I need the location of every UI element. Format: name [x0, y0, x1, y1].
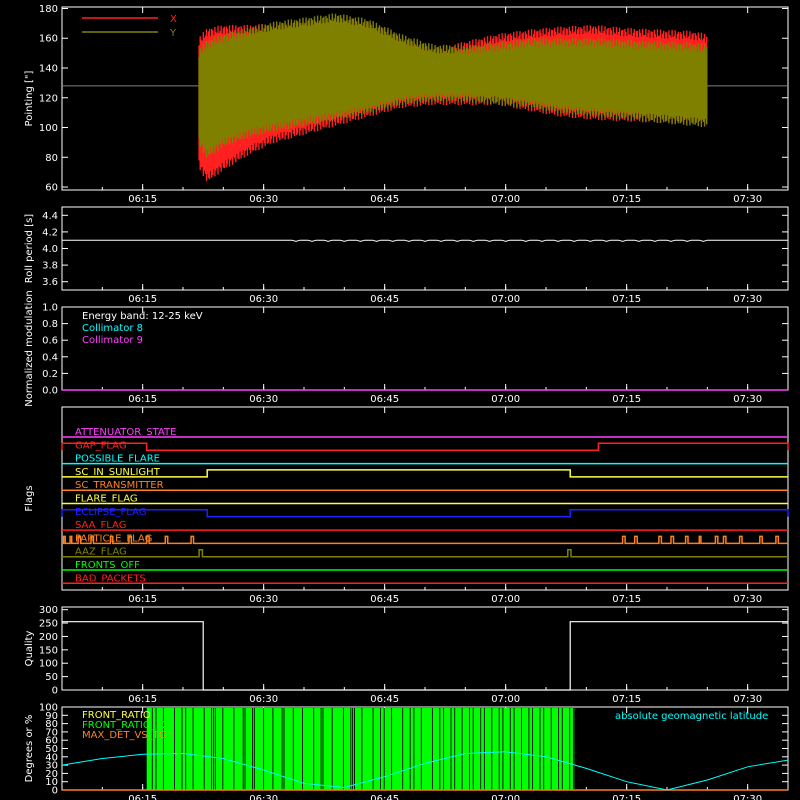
quality-ytick-label: 200 — [39, 632, 58, 643]
flag-line — [62, 548, 788, 558]
pointing-ylabel: Pointing ["] — [24, 70, 35, 126]
flag-line — [62, 535, 788, 545]
roll-xtick-label: 07:00 — [491, 294, 520, 305]
roll-ytick-label: 4.0 — [42, 244, 58, 255]
pointing-legend-label: Y — [169, 28, 177, 39]
quality-xtick-label: 07:30 — [733, 694, 762, 705]
ratios-xtick-label: 07:30 — [733, 794, 762, 800]
quality-ytick-label: 250 — [39, 619, 58, 630]
modulation-ytick-label: 0.6 — [42, 336, 58, 347]
roll-ytick-label: 3.8 — [42, 261, 58, 272]
quality-ytick-label: 150 — [39, 645, 58, 656]
ratios-xtick-label: 06:15 — [128, 794, 157, 800]
flag-line — [62, 469, 788, 478]
modulation-ytick-label: 0.4 — [42, 352, 58, 363]
quality-ytick-label: 50 — [45, 672, 58, 683]
pointing-ytick-label: 120 — [39, 93, 58, 104]
pointing-xtick-label: 07:15 — [612, 194, 641, 205]
flag-line — [61, 442, 789, 452]
modulation-xtick-label: 07:15 — [612, 394, 641, 405]
quality-ytick-label: 300 — [39, 605, 58, 616]
ratios-ytick-label: 100 — [39, 703, 58, 714]
quality-xtick-label: 07:00 — [491, 694, 520, 705]
pointing-xtick-label: 07:30 — [733, 194, 762, 205]
chart-canvas: 06:15 06:30 06:45 07:00 07:15 07:30 Pointing [… — [24, 4, 789, 800]
quality-xtick-label: 06:30 — [249, 694, 278, 705]
modulation-ytick-label: 0.8 — [42, 319, 58, 330]
quality-ylabel: Quality — [24, 631, 35, 667]
modulation-legend-label: Collimator 8 — [82, 323, 143, 334]
flag-label: ECLIPSE_FLAG — [75, 507, 146, 518]
pointing-legend-label: X — [170, 14, 177, 25]
modulation-ylabel: Normalized modulation — [24, 290, 35, 407]
flags-xtick-label: 07:00 — [491, 594, 520, 605]
pointing-xtick-label: 06:15 — [128, 194, 157, 205]
ratios-xtick-label: 07:00 — [491, 794, 520, 800]
quality-ytick-label: 100 — [39, 659, 58, 670]
pointing-ytick-label: 140 — [39, 64, 58, 75]
pointing-ytick-label: 180 — [39, 4, 58, 15]
pointing-ytick-label: 80 — [45, 153, 58, 164]
flag-label: GAP_FLAG — [75, 440, 127, 451]
modulation-xtick-label: 06:45 — [370, 394, 399, 405]
quality-frame — [61, 606, 789, 691]
modulation-legend-label: Energy band: 12-25 keV — [82, 311, 203, 322]
modulation-xtick-label: 06:15 — [128, 394, 157, 405]
roll-xtick-label: 06:30 — [249, 294, 278, 305]
roll-xtick-label: 06:45 — [370, 294, 399, 305]
flags-xtick-label: 07:15 — [612, 594, 641, 605]
roll-ytick-label: 3.6 — [42, 277, 58, 288]
modulation-legend-label: Collimator 9 — [82, 335, 143, 346]
modulation-ytick-label: 0.0 — [42, 386, 58, 397]
flags-xtick-label: 06:15 — [128, 594, 157, 605]
roll-xtick-label: 07:15 — [612, 294, 641, 305]
roll-xtick-label: 06:15 — [128, 294, 157, 305]
modulation-ytick-label: 1.0 — [42, 303, 58, 314]
roll-frame — [61, 206, 789, 291]
ratios-xtick-label: 06:45 — [370, 794, 399, 800]
roll-ylabel: Roll period [s] — [24, 214, 35, 283]
roll-ytick-label: 4.4 — [42, 211, 58, 222]
quality-xtick-label: 06:45 — [370, 694, 399, 705]
pointing-ytick-label: 160 — [39, 34, 58, 45]
pointing-ytick-label: 60 — [45, 183, 58, 194]
quality-xtick-label: 06:15 — [128, 694, 157, 705]
ratios-geomag-label: absolute geomagnetic latitude — [615, 711, 768, 722]
modulation-ytick-label: 0.2 — [42, 369, 58, 380]
flags-xtick-label: 07:30 — [733, 594, 762, 605]
ratios-xtick-label: 07:15 — [612, 794, 641, 800]
ratios-xtick-label: 06:30 — [249, 794, 278, 800]
quality-xtick-label: 07:15 — [612, 694, 641, 705]
flags-ylabel: Flags — [24, 485, 35, 511]
pointing-xtick-label: 06:45 — [370, 194, 399, 205]
roll-period-line — [62, 239, 788, 242]
ratios-legend-label: MAX_DET_VS_TOT — [82, 730, 174, 741]
roll-xtick-label: 07:30 — [733, 294, 762, 305]
flags-xtick-label: 06:45 — [370, 594, 399, 605]
modulation-xtick-label: 07:00 — [491, 394, 520, 405]
quality-ytick-label: 0 — [52, 686, 58, 697]
quality-line — [62, 621, 788, 691]
modulation-xtick-label: 07:30 — [733, 394, 762, 405]
pointing-xtick-label: 06:30 — [249, 194, 278, 205]
modulation-xtick-label: 06:30 — [249, 394, 278, 405]
pointing-ytick-label: 100 — [39, 123, 58, 134]
roll-ytick-label: 4.2 — [42, 227, 58, 238]
pointing-xtick-label: 07:00 — [491, 194, 520, 205]
flags-xtick-label: 06:30 — [249, 594, 278, 605]
flag-line — [61, 509, 789, 518]
ratios-ylabel: Degrees or % — [24, 715, 35, 783]
